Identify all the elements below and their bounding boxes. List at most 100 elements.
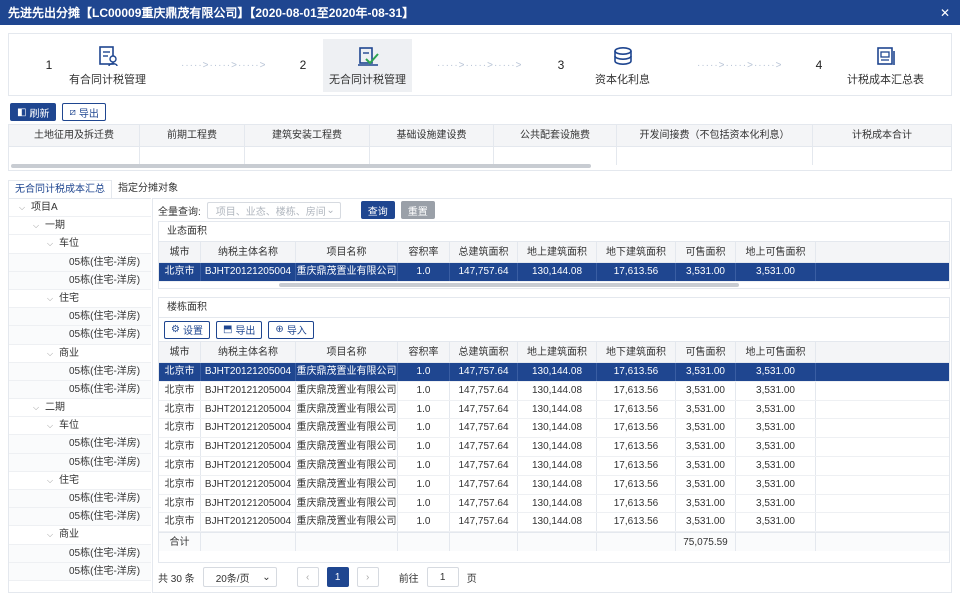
tree-node[interactable]: ⌵ 二期 [9, 399, 151, 418]
tree-node-label: 05栋(住宅-洋房) [69, 493, 141, 504]
column-header[interactable]: 纳税主体名称 [201, 242, 296, 262]
table-cell: 3,531.00 [736, 363, 816, 381]
column-header[interactable]: 容积率 [398, 242, 450, 262]
table-row[interactable]: 北京市 BJHT20121205004 重庆鼎茂置业有限公司 1.0 147,757.6… [159, 456, 949, 476]
table-cell: 1.0 [398, 419, 450, 438]
goto-page-input[interactable]: 1 [426, 567, 459, 587]
table-cell: 重庆鼎茂置业有限公司 [296, 475, 398, 494]
step-2[interactable]: 2 无合同计税管理 [291, 34, 412, 96]
step-1[interactable]: 1 有合同计税管理 [37, 34, 146, 96]
tree-node[interactable]: ⌵ 车位 [9, 235, 151, 254]
column-header[interactable]: 容积率 [398, 342, 450, 362]
tab-no-contract-summary[interactable]: 无合同计税成本汇总 [8, 180, 112, 198]
table-row[interactable]: 北京市 BJHT20121205004 重庆鼎茂置业有限公司 1.0 147,757.6… [159, 263, 949, 282]
table-row[interactable]: 北京市 BJHT20121205004 重庆鼎茂置业有限公司 1.0 147,757.6… [159, 475, 949, 495]
tree-node-label: 车位 [59, 238, 79, 250]
close-icon[interactable]: ✕ [940, 6, 950, 20]
table-cell: 147,757.64 [450, 263, 518, 281]
table-cell: 3,531.00 [676, 263, 736, 281]
column-header[interactable]: 地上可售面积 [736, 242, 816, 262]
table-row[interactable]: 北京市 BJHT20121205004 重庆鼎茂置业有限公司 1.0 147,757.6… [159, 494, 949, 514]
page-size-select[interactable]: 20条/页 ⌄ [202, 567, 277, 587]
column-header[interactable]: 地上可售面积 [736, 342, 816, 362]
tree-leaf[interactable]: 05栋(住宅-洋房) [9, 253, 151, 272]
tree-leaf[interactable]: 05栋(住宅-洋房) [9, 435, 151, 454]
format-grid-header: 城市 纳税主体名称 项目名称 容积率 总建筑面积 地上建筑面积 地下建筑面积 可售面积 地上可售… [159, 242, 949, 263]
tree-node[interactable]: ⌵ 商业 [9, 526, 151, 545]
tree-leaf[interactable]: 05栋(住宅-洋房) [9, 562, 151, 581]
tree-leaf[interactable]: 05栋(住宅-洋房) [9, 326, 151, 345]
tree-node[interactable]: ⌵ 住宅 [9, 290, 151, 309]
export-button[interactable]: ⧄ 导出 [62, 103, 106, 121]
chevron-down-icon[interactable]: ⌵ [33, 217, 41, 235]
prev-page-button[interactable]: ‹ [296, 567, 319, 587]
chevron-down-icon[interactable]: ⌵ [47, 235, 55, 253]
column-header[interactable]: 纳税主体名称 [201, 342, 296, 362]
export-button[interactable]: ⬒ 导出 [215, 320, 263, 339]
tree-leaf[interactable]: 05栋(住宅-洋房) [9, 271, 151, 290]
table-cell: 重庆鼎茂置业有限公司 [296, 438, 398, 456]
chevron-down-icon[interactable]: ⌵ [47, 417, 55, 435]
step-wizard: 1 有合同计税管理 ·····>·····>·····> 2 无合同计税管理 ·… [8, 33, 952, 96]
reset-button[interactable]: 重置 [400, 201, 435, 219]
chevron-down-icon[interactable]: ⌵ [47, 526, 55, 544]
table-row[interactable]: 北京市 BJHT20121205004 重庆鼎茂置业有限公司 1.0 147,757.6… [159, 513, 949, 533]
table-cell: 重庆鼎茂置业有限公司 [296, 381, 398, 400]
tree-leaf[interactable]: 05栋(住宅-洋房) [9, 362, 151, 381]
step-3[interactable]: 3 资本化利息 [549, 34, 650, 96]
chevron-down-icon[interactable]: ⌵ [47, 472, 55, 490]
tree-node[interactable]: ⌵ 住宅 [9, 472, 151, 490]
column-header[interactable]: 地上建筑面积 [518, 342, 597, 362]
column-header[interactable]: 地下建筑面积 [597, 242, 676, 262]
column-header[interactable]: 项目名称 [296, 242, 398, 262]
column-header[interactable]: 项目名称 [296, 342, 398, 362]
column-header: 前期工程费 [140, 125, 245, 146]
query-button[interactable]: 查询 [360, 201, 395, 219]
tree-leaf[interactable]: 05栋(住宅-洋房) [9, 453, 151, 472]
column-header[interactable]: 可售面积 [676, 342, 736, 362]
import-button[interactable]: ⊕ 导入 [268, 320, 314, 339]
table-row[interactable]: 北京市 BJHT20121205004 重庆鼎茂置业有限公司 1.0 147,757.6… [159, 381, 949, 401]
tree-leaf[interactable]: 05栋(住宅-洋房) [9, 308, 151, 327]
table-cell: 1.0 [398, 263, 450, 281]
tree-node[interactable]: ⌵ 车位 [9, 417, 151, 436]
table-row[interactable]: 北京市 BJHT20121205004 重庆鼎茂置业有限公司 1.0 147,757.6… [159, 400, 949, 420]
tree-leaf[interactable]: 05栋(住宅-洋房) [9, 380, 151, 400]
page-number-button[interactable]: 1 [326, 567, 349, 587]
next-page-button[interactable]: › [356, 567, 379, 587]
table-row[interactable]: 北京市 BJHT20121205004 重庆鼎茂置业有限公司 1.0 147,757.6… [159, 419, 949, 439]
step-label: 资本化利息 [595, 73, 650, 86]
tree-node-label: 05栋(住宅-洋房) [69, 565, 141, 577]
tree-leaf[interactable]: 05栋(住宅-洋房) [9, 508, 151, 527]
chevron-down-icon[interactable]: ⌵ [33, 399, 41, 417]
tree-node[interactable]: ⌵ 项目A [9, 199, 151, 218]
refresh-button[interactable]: ◧ 刷新 [10, 103, 57, 121]
tree-leaf[interactable]: 05栋(住宅-洋房) [9, 544, 151, 563]
column-header[interactable]: 总建筑面积 [450, 242, 518, 262]
step-4[interactable]: 4 计税成本汇总表 [807, 34, 924, 96]
settings-button[interactable]: ⚙ 设置 [164, 320, 210, 339]
chevron-down-icon[interactable]: ⌵ [19, 199, 27, 217]
tree-node-label: 05栋(住宅-洋房) [69, 511, 141, 523]
table-row[interactable]: 北京市 BJHT20121205004 重庆鼎茂置业有限公司 1.0 147,757.6… [159, 438, 949, 457]
tree-leaf[interactable]: 05栋(住宅-洋房) [9, 490, 151, 509]
column-header: 基础设施建设费 [370, 125, 494, 146]
horizontal-scrollbar[interactable] [11, 164, 591, 168]
column-header[interactable]: 城市 [159, 242, 201, 262]
column-header[interactable]: 总建筑面积 [450, 342, 518, 362]
table-cell: 1.0 [398, 513, 450, 532]
column-header[interactable]: 城市 [159, 342, 201, 362]
chevron-down-icon[interactable]: ⌵ [47, 345, 55, 363]
tree-node[interactable]: ⌵ 商业 [9, 345, 151, 363]
tree-node[interactable]: ⌵ 一期 [9, 217, 151, 236]
tab-allocation-target[interactable]: 指定分摊对象 [112, 180, 184, 198]
column-header[interactable]: 地下建筑面积 [597, 342, 676, 362]
horizontal-scrollbar[interactable] [279, 283, 739, 287]
search-select[interactable]: 项目、业态、楼栋、房间 ⌄ [206, 201, 341, 219]
table-cell: 1.0 [398, 381, 450, 400]
column-header[interactable]: 可售面积 [676, 242, 736, 262]
table-row[interactable]: 北京市 BJHT20121205004 重庆鼎茂置业有限公司 1.0 147,757.6… [159, 363, 949, 382]
chevron-down-icon[interactable]: ⌵ [47, 290, 55, 308]
tree-node-label: 住宅 [59, 474, 79, 486]
column-header[interactable]: 地上建筑面积 [518, 242, 597, 262]
